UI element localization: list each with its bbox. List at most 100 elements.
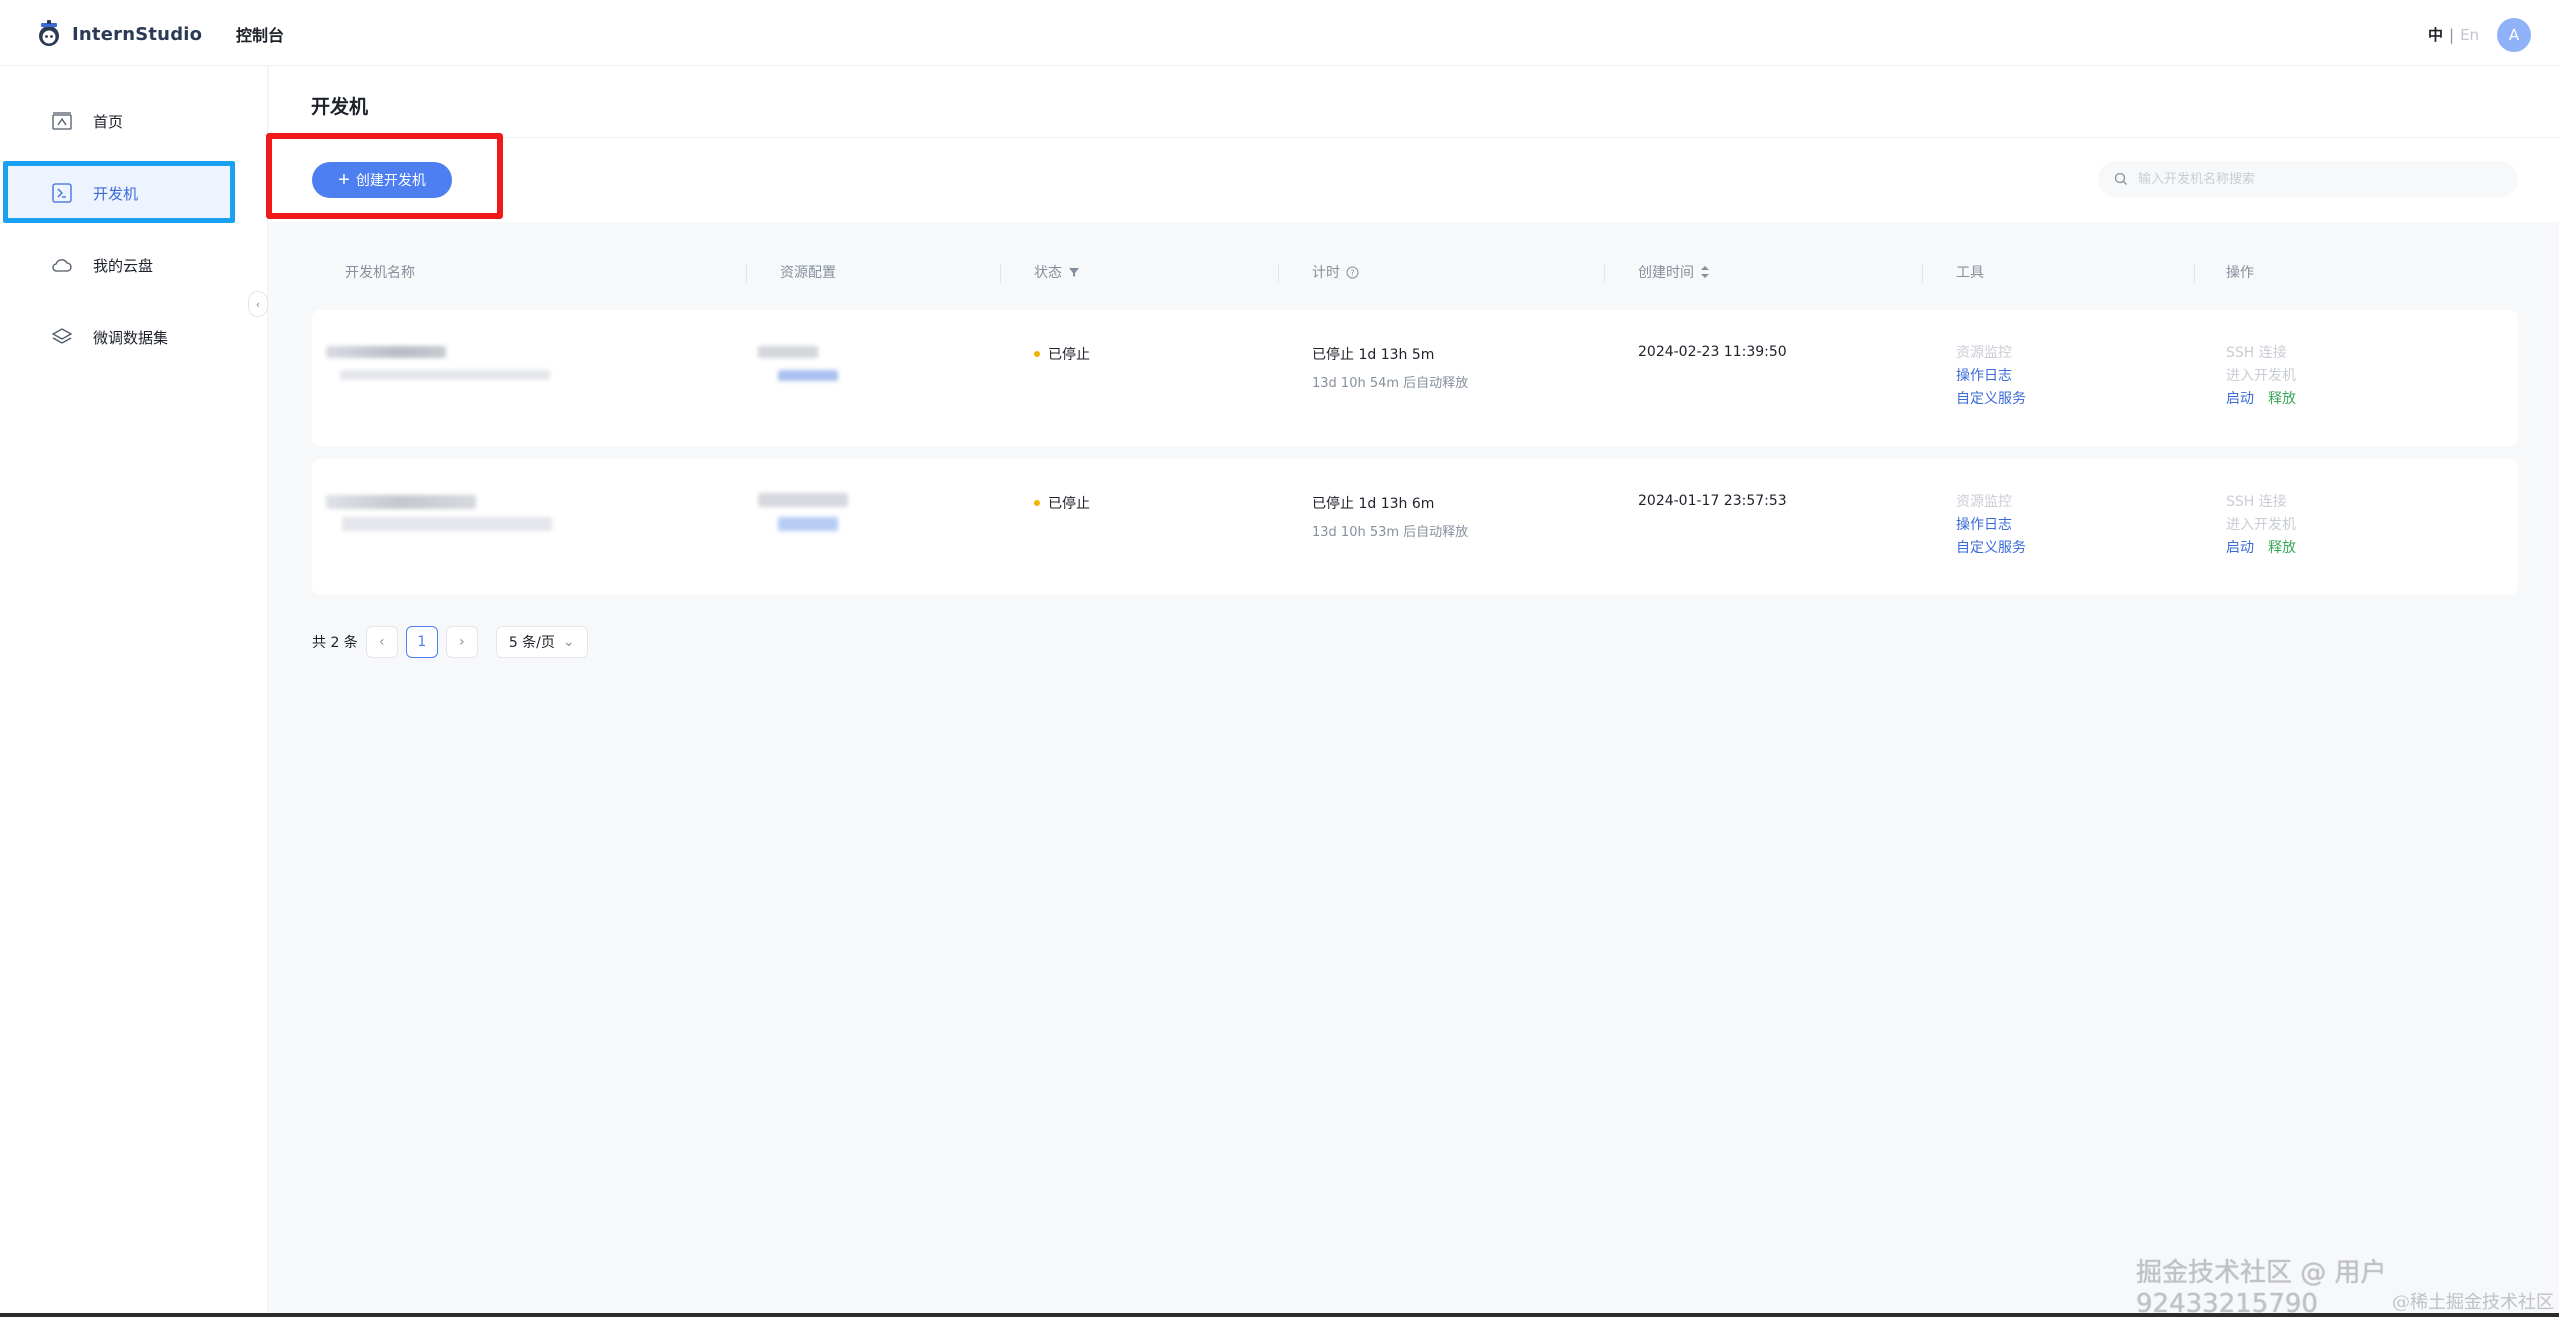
- col-divider: [746, 263, 747, 283]
- status-text: 已停止: [1048, 496, 1090, 512]
- chevron-down-icon: ⌄: [562, 634, 575, 650]
- resource-monitor-link[interactable]: 资源监控: [1956, 491, 2026, 514]
- timer-subtext: 13d 10h 54m 后自动释放: [1312, 376, 1469, 391]
- redacted-name: [326, 495, 476, 509]
- col-tools: 工具: [1956, 265, 1984, 281]
- pagination: 共 2 条 ‹ 1 › 5 条/页 ⌄: [312, 626, 588, 658]
- col-divider: [1604, 263, 1605, 283]
- page-1-button[interactable]: 1: [405, 626, 438, 658]
- start-release-group: 启动 释放: [2226, 537, 2296, 560]
- sidebar-item-cloud-drive[interactable]: 我的云盘: [0, 235, 268, 295]
- resource-monitor-link[interactable]: 资源监控: [1956, 342, 2026, 365]
- col-status[interactable]: 状态: [1034, 262, 1080, 282]
- col-ops: 操作: [2226, 265, 2254, 281]
- enter-machine-link[interactable]: 进入开发机: [2226, 365, 2296, 388]
- brand-name: InternStudio: [72, 23, 203, 45]
- lang-separator: |: [2449, 26, 2455, 44]
- ops-cell: SSH 连接 进入开发机 启动 释放: [2226, 342, 2296, 411]
- redacted-resource-link: [778, 517, 838, 531]
- lang-zh[interactable]: 中: [2428, 26, 2443, 44]
- sidebar-item-dev-machine[interactable]: 开发机: [0, 163, 268, 223]
- sidebar-item-label: 首页: [93, 112, 124, 131]
- total-count: 共 2 条: [312, 635, 358, 651]
- svg-text:?: ?: [1350, 268, 1354, 277]
- created-cell: 2024-02-23 11:39:50: [1638, 344, 1787, 360]
- tools-cell: 资源监控 操作日志 自定义服务: [1956, 491, 2026, 560]
- timer-text: 已停止 1d 13h 5m: [1312, 347, 1435, 363]
- col-timer: 计时 ?: [1312, 262, 1359, 282]
- release-link[interactable]: 释放: [2268, 537, 2296, 560]
- table-row: 已停止 已停止 1d 13h 6m 13d 10h 53m 后自动释放 2024…: [312, 459, 2518, 595]
- timer-subtext: 13d 10h 53m 后自动释放: [1312, 525, 1469, 540]
- lang-en[interactable]: En: [2460, 26, 2479, 44]
- search-input[interactable]: [2138, 171, 2498, 187]
- layers-icon: [51, 328, 73, 344]
- cloud-icon: [52, 259, 72, 272]
- sidebar-item-label: 开发机: [93, 184, 139, 203]
- status-text: 已停止: [1048, 347, 1090, 363]
- sidebar-item-label: 微调数据集: [93, 328, 169, 347]
- sidebar-item-datasets[interactable]: 微调数据集: [0, 307, 268, 367]
- col-divider: [1000, 263, 1001, 283]
- col-divider: [1278, 263, 1279, 283]
- top-bar: InternStudio 控制台 中 | En A: [0, 0, 2559, 66]
- status-dot-icon: [1034, 351, 1040, 357]
- user-avatar[interactable]: A: [2497, 18, 2531, 52]
- release-link[interactable]: 释放: [2268, 388, 2296, 411]
- redacted-resource: [758, 346, 818, 358]
- sidebar: 首页 开发机 我的云盘 微调数据集 ‹: [0, 66, 268, 1317]
- filter-icon[interactable]: [1068, 266, 1080, 278]
- status-dot-icon: [1034, 500, 1040, 506]
- sidebar-item-home[interactable]: 首页: [0, 91, 268, 151]
- redacted-id: [340, 370, 550, 380]
- created-cell: 2024-01-17 23:57:53: [1638, 493, 1787, 509]
- create-dev-machine-button[interactable]: + 创建开发机: [312, 162, 452, 198]
- table-row: 已停止 已停止 1d 13h 5m 13d 10h 54m 后自动释放 2024…: [312, 310, 2518, 446]
- sort-icon[interactable]: [1700, 265, 1710, 279]
- custom-service-link[interactable]: 自定义服务: [1956, 388, 2026, 411]
- plus-icon: +: [338, 169, 350, 191]
- prev-page-button[interactable]: ‹: [365, 626, 398, 658]
- sidebar-collapse-button[interactable]: ‹: [248, 291, 268, 317]
- col-name: 开发机名称: [345, 265, 415, 281]
- table-header: 开发机名称 资源配置 状态 计时 ? 创建时间 工具 操作: [312, 258, 2518, 288]
- status-cell: 已停止: [1034, 493, 1090, 513]
- timer-cell: 已停止 1d 13h 5m 13d 10h 54m 后自动释放: [1312, 344, 1468, 391]
- page-size-select[interactable]: 5 条/页 ⌄: [495, 626, 588, 658]
- page-header: 开发机: [269, 66, 2559, 138]
- custom-service-link[interactable]: 自定义服务: [1956, 537, 2026, 560]
- language-switch[interactable]: 中 | En: [2428, 24, 2479, 45]
- redacted-name: [326, 346, 446, 358]
- next-page-button[interactable]: ›: [445, 626, 478, 658]
- start-link[interactable]: 启动: [2226, 537, 2254, 560]
- ssh-connect-link[interactable]: SSH 连接: [2226, 342, 2296, 365]
- start-link[interactable]: 启动: [2226, 388, 2254, 411]
- redacted-id: [342, 517, 552, 531]
- start-release-group: 启动 释放: [2226, 388, 2296, 411]
- search-box[interactable]: [2098, 161, 2518, 197]
- col-created[interactable]: 创建时间: [1638, 262, 1710, 282]
- intern-mascot-icon: [39, 20, 59, 46]
- operation-log-link[interactable]: 操作日志: [1956, 365, 2026, 388]
- ssh-connect-link[interactable]: SSH 连接: [2226, 491, 2296, 514]
- ops-cell: SSH 连接 进入开发机 启动 释放: [2226, 491, 2296, 560]
- help-icon[interactable]: ?: [1346, 266, 1359, 279]
- home-icon: [52, 112, 72, 130]
- brand-logo[interactable]: InternStudio: [34, 18, 202, 50]
- status-cell: 已停止: [1034, 344, 1090, 364]
- console-link[interactable]: 控制台: [236, 22, 284, 46]
- timer-text: 已停止 1d 13h 6m: [1312, 496, 1435, 512]
- redacted-resource: [758, 493, 848, 507]
- page-title: 开发机: [311, 96, 369, 118]
- col-divider: [2194, 263, 2195, 283]
- operation-log-link[interactable]: 操作日志: [1956, 514, 2026, 537]
- watermark-subtext: @稀土掘金技术社区: [2392, 1292, 2554, 1313]
- redacted-resource-link: [778, 370, 838, 381]
- col-divider: [1922, 263, 1923, 283]
- page-size-value: 5 条/页: [508, 635, 555, 651]
- window-bottom-border: [0, 1313, 2559, 1317]
- terminal-icon: [52, 183, 72, 203]
- search-icon: [2114, 172, 2127, 185]
- timer-cell: 已停止 1d 13h 6m 13d 10h 53m 后自动释放: [1312, 493, 1468, 540]
- enter-machine-link[interactable]: 进入开发机: [2226, 514, 2296, 537]
